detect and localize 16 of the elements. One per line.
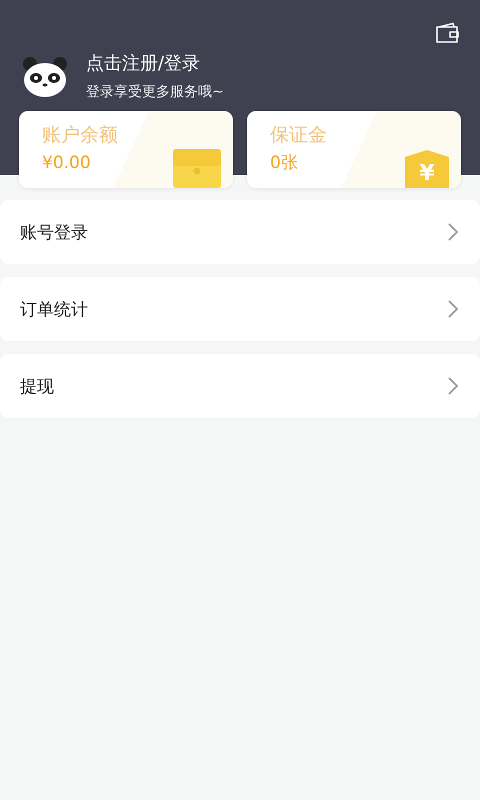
login-subtitle: 登录享受更多服务哦~ — [86, 83, 224, 102]
menu-item[interactable]: 订单统计 — [0, 277, 480, 341]
wallet-icon[interactable] — [435, 22, 460, 44]
menu-item[interactable]: 提现 — [0, 354, 480, 418]
card-value: 0张 — [270, 152, 298, 174]
shield-icon: ¥ — [405, 150, 449, 188]
login-prompt[interactable]: 点击注册/登录 — [86, 52, 224, 76]
chevron-right-icon — [448, 377, 458, 395]
menu-item[interactable]: 账号登录 — [0, 200, 480, 264]
card-label: 保证金 — [270, 123, 327, 147]
chevron-right-icon — [448, 223, 458, 241]
chevron-right-icon — [448, 300, 458, 318]
envelope-icon — [173, 149, 221, 188]
card-label: 账户余额 — [42, 123, 118, 147]
card-value: ¥0.00 — [42, 152, 91, 174]
panda-avatar-icon[interactable] — [22, 56, 68, 98]
